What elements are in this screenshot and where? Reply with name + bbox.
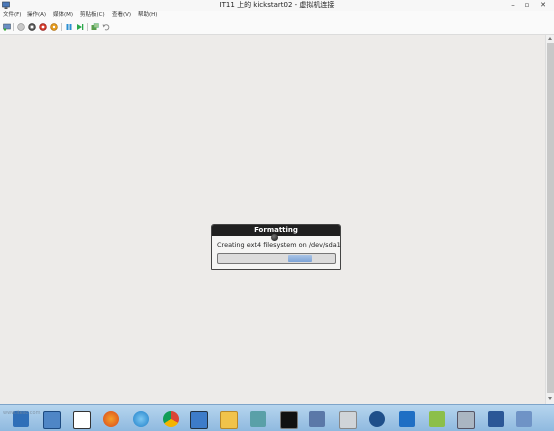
chrome-icon[interactable] bbox=[163, 411, 179, 427]
scroll-up-arrow[interactable] bbox=[548, 37, 552, 40]
minimize-button[interactable]: – bbox=[506, 1, 520, 10]
word-icon[interactable] bbox=[488, 411, 504, 427]
scrollbar-thumb[interactable] bbox=[547, 43, 554, 393]
menu-file[interactable]: 文件(F) bbox=[3, 11, 21, 20]
menu-action[interactable]: 操作(A) bbox=[27, 11, 46, 20]
notepad-icon[interactable] bbox=[429, 411, 445, 427]
remote-desktop-icon[interactable] bbox=[190, 411, 208, 429]
menu-bar: 文件(F) 操作(A) 媒体(M) 剪贴板(C) 查看(V) 帮助(H) bbox=[0, 11, 554, 20]
vm-connect-icon[interactable] bbox=[457, 411, 475, 429]
outlook-icon[interactable] bbox=[399, 411, 415, 427]
ctrl-alt-del-icon[interactable] bbox=[3, 23, 11, 31]
turn-off-icon[interactable] bbox=[28, 23, 36, 31]
revert-icon[interactable] bbox=[102, 23, 110, 31]
maximize-button[interactable]: ▫ bbox=[520, 1, 534, 10]
reset-icon[interactable] bbox=[76, 23, 84, 31]
hyperv-manager-icon[interactable] bbox=[309, 411, 325, 427]
start-icon[interactable] bbox=[17, 23, 25, 31]
save-icon[interactable] bbox=[50, 23, 58, 31]
watermark: www.itesc.com bbox=[3, 410, 41, 416]
toolbar-separator bbox=[13, 23, 14, 31]
menu-help[interactable]: 帮助(H) bbox=[138, 11, 157, 20]
vnc-icon[interactable] bbox=[73, 411, 91, 429]
toolbar-separator bbox=[87, 23, 88, 31]
dialog-message: Creating ext4 filesystem on /dev/sda1 bbox=[217, 241, 341, 249]
progress-bar bbox=[217, 253, 336, 264]
toolbar-separator bbox=[61, 23, 62, 31]
printer-icon[interactable] bbox=[339, 411, 357, 429]
shutdown-icon[interactable] bbox=[39, 23, 47, 31]
snapshot-icon[interactable] bbox=[91, 23, 99, 31]
network-icon[interactable] bbox=[250, 411, 266, 427]
computer-icon[interactable] bbox=[43, 411, 61, 429]
close-button[interactable]: ✕ bbox=[536, 1, 550, 10]
cmd-icon[interactable] bbox=[280, 411, 298, 429]
window-title: IT11 上的 kickstart02 - 虚拟机连接 bbox=[219, 1, 335, 9]
vm-screen[interactable] bbox=[0, 35, 554, 404]
firefox-icon[interactable] bbox=[103, 411, 119, 427]
xshell-icon[interactable] bbox=[369, 411, 385, 427]
vertical-scrollbar[interactable] bbox=[545, 35, 554, 404]
menu-clipboard[interactable]: 剪贴板(C) bbox=[80, 11, 105, 20]
toolbar bbox=[0, 20, 554, 35]
network-settings-icon[interactable] bbox=[516, 411, 532, 427]
ie-icon[interactable] bbox=[133, 411, 149, 427]
formatting-dialog: Formatting Creating ext4 filesystem on /… bbox=[211, 224, 341, 270]
mouse-cursor-icon bbox=[271, 234, 278, 241]
menu-media[interactable]: 媒体(M) bbox=[53, 11, 73, 20]
menu-view[interactable]: 查看(V) bbox=[112, 11, 131, 20]
folder-icon[interactable] bbox=[220, 411, 238, 429]
taskbar bbox=[0, 404, 554, 431]
scroll-down-arrow[interactable] bbox=[548, 397, 552, 400]
pause-icon[interactable] bbox=[65, 23, 73, 31]
progress-bar-pulse bbox=[288, 255, 312, 262]
